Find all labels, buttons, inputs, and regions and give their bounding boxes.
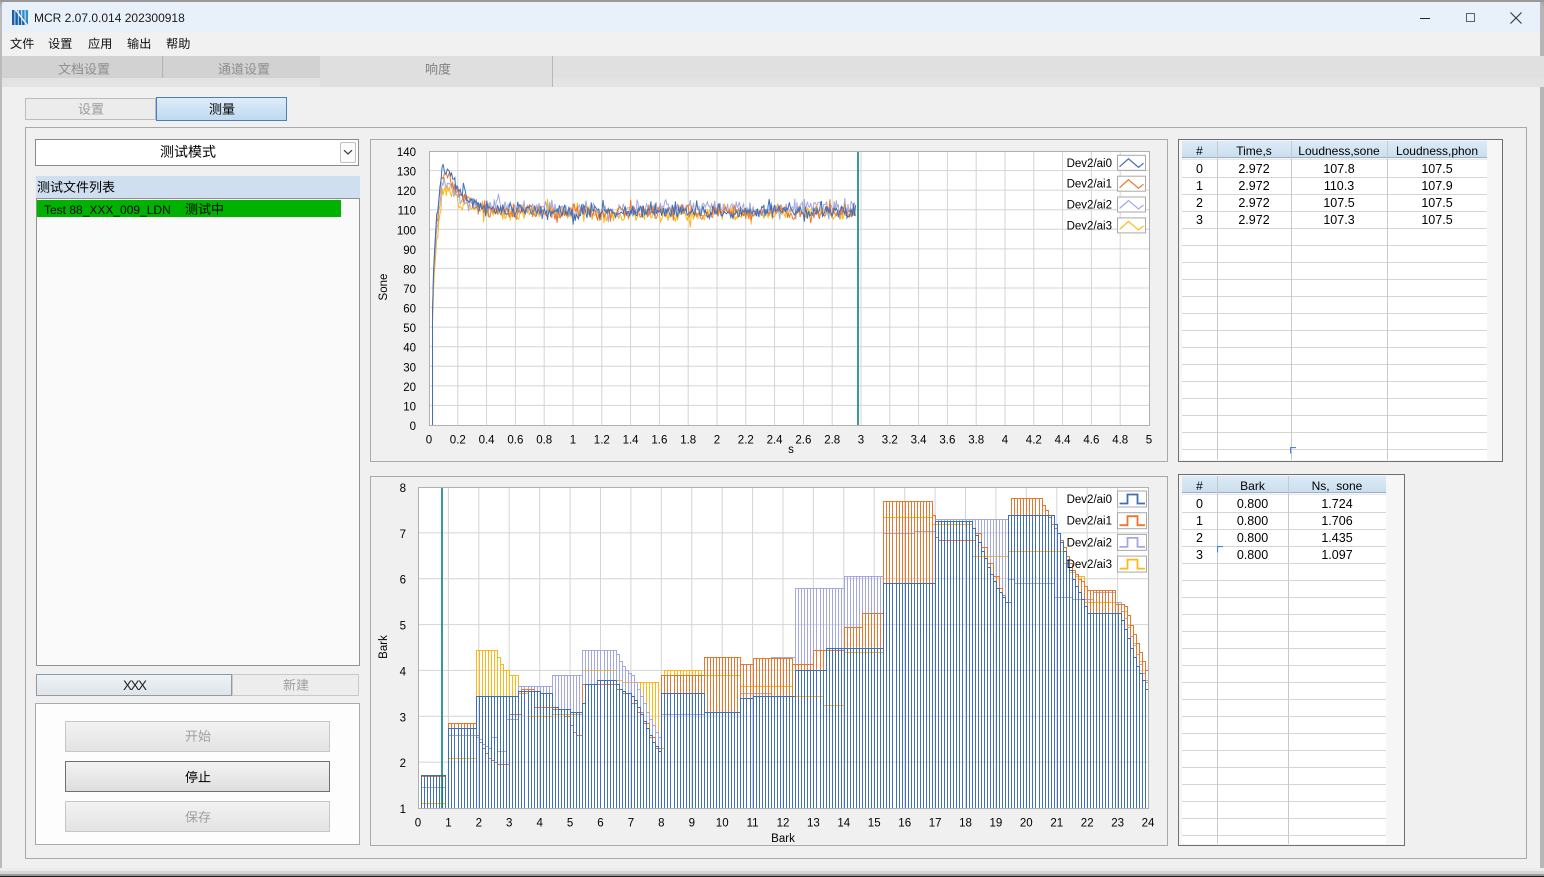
svg-text:Bark: Bark [378, 635, 390, 659]
svg-text:130: 130 [397, 167, 416, 179]
svg-text:24: 24 [1142, 818, 1155, 830]
svg-text:2: 2 [714, 435, 720, 447]
svg-text:0: 0 [426, 435, 432, 447]
svg-text:1.2: 1.2 [594, 435, 610, 447]
svg-text:3: 3 [858, 435, 864, 447]
svg-text:70: 70 [403, 284, 416, 296]
svg-text:90: 90 [403, 245, 416, 257]
svg-text:0.2: 0.2 [450, 435, 466, 447]
svg-text:2: 2 [476, 818, 482, 830]
svg-text:5: 5 [400, 621, 406, 633]
svg-text:2.6: 2.6 [795, 435, 811, 447]
svg-text:13: 13 [807, 818, 820, 830]
svg-text:5: 5 [567, 818, 573, 830]
svg-text:1.4: 1.4 [623, 435, 640, 447]
svg-text:0.4: 0.4 [479, 435, 496, 447]
svg-text:30: 30 [403, 362, 416, 374]
svg-text:3.8: 3.8 [968, 435, 984, 447]
svg-text:4.2: 4.2 [1026, 435, 1042, 447]
svg-text:4.8: 4.8 [1112, 435, 1128, 447]
svg-text:15: 15 [868, 818, 881, 830]
svg-text:20: 20 [403, 382, 416, 394]
svg-text:0.6: 0.6 [507, 435, 523, 447]
svg-text:Dev2/ai2: Dev2/ai2 [1067, 537, 1112, 549]
svg-text:Dev2/ai1: Dev2/ai1 [1067, 516, 1112, 528]
svg-text:12: 12 [777, 818, 790, 830]
svg-text:10: 10 [716, 818, 729, 830]
svg-text:4.4: 4.4 [1055, 435, 1072, 447]
svg-text:10: 10 [403, 401, 416, 413]
svg-text:1: 1 [445, 818, 451, 830]
svg-text:3.6: 3.6 [939, 435, 955, 447]
svg-text:Bark: Bark [771, 833, 795, 845]
svg-text:3: 3 [400, 712, 406, 724]
svg-text:Dev2/ai0: Dev2/ai0 [1067, 494, 1112, 506]
svg-text:3.2: 3.2 [882, 435, 898, 447]
svg-text:2: 2 [400, 758, 406, 770]
svg-text:16: 16 [898, 818, 911, 830]
svg-text:8: 8 [400, 483, 406, 495]
svg-text:19: 19 [990, 818, 1003, 830]
svg-text:18: 18 [959, 818, 972, 830]
svg-text:2.8: 2.8 [824, 435, 840, 447]
svg-text:0: 0 [415, 818, 421, 830]
svg-text:4: 4 [536, 818, 543, 830]
svg-text:2.4: 2.4 [767, 435, 784, 447]
svg-text:23: 23 [1111, 818, 1124, 830]
svg-text:4: 4 [400, 666, 407, 678]
svg-text:20: 20 [1020, 818, 1033, 830]
svg-text:21: 21 [1050, 818, 1063, 830]
svg-text:110: 110 [398, 206, 416, 218]
svg-text:22: 22 [1081, 818, 1094, 830]
svg-text:2.2: 2.2 [738, 435, 754, 447]
svg-text:1: 1 [570, 435, 576, 447]
svg-text:0.8: 0.8 [536, 435, 552, 447]
svg-text:1.6: 1.6 [651, 435, 667, 447]
svg-text:3: 3 [506, 818, 512, 830]
svg-text:11: 11 [747, 818, 759, 830]
svg-text:4: 4 [1002, 435, 1009, 447]
svg-text:Dev2/ai2: Dev2/ai2 [1067, 200, 1112, 212]
svg-text:Sone: Sone [378, 274, 390, 301]
svg-text:40: 40 [403, 343, 416, 355]
svg-text:1.8: 1.8 [680, 435, 696, 447]
svg-text:50: 50 [403, 323, 416, 335]
svg-text:140: 140 [397, 147, 416, 159]
svg-text:5: 5 [1146, 435, 1152, 447]
svg-text:6: 6 [400, 575, 406, 587]
svg-text:120: 120 [397, 186, 416, 198]
svg-text:8: 8 [658, 818, 664, 830]
svg-text:14: 14 [837, 818, 850, 830]
svg-text:80: 80 [403, 264, 416, 276]
svg-text:s: s [788, 444, 794, 456]
svg-text:100: 100 [397, 225, 416, 237]
svg-text:6: 6 [597, 818, 603, 830]
svg-text:Dev2/ai3: Dev2/ai3 [1067, 220, 1112, 232]
svg-text:7: 7 [628, 818, 634, 830]
svg-text:3.4: 3.4 [911, 435, 928, 447]
svg-text:9: 9 [689, 818, 695, 830]
svg-text:Dev2/ai3: Dev2/ai3 [1067, 559, 1112, 571]
svg-text:Dev2/ai1: Dev2/ai1 [1067, 179, 1112, 191]
svg-text:60: 60 [403, 304, 416, 316]
svg-text:Dev2/ai0: Dev2/ai0 [1067, 158, 1112, 170]
svg-text:17: 17 [929, 818, 942, 830]
svg-text:1: 1 [400, 804, 406, 816]
svg-text:4.6: 4.6 [1083, 435, 1099, 447]
svg-text:0: 0 [410, 421, 416, 433]
svg-text:7: 7 [400, 529, 406, 541]
